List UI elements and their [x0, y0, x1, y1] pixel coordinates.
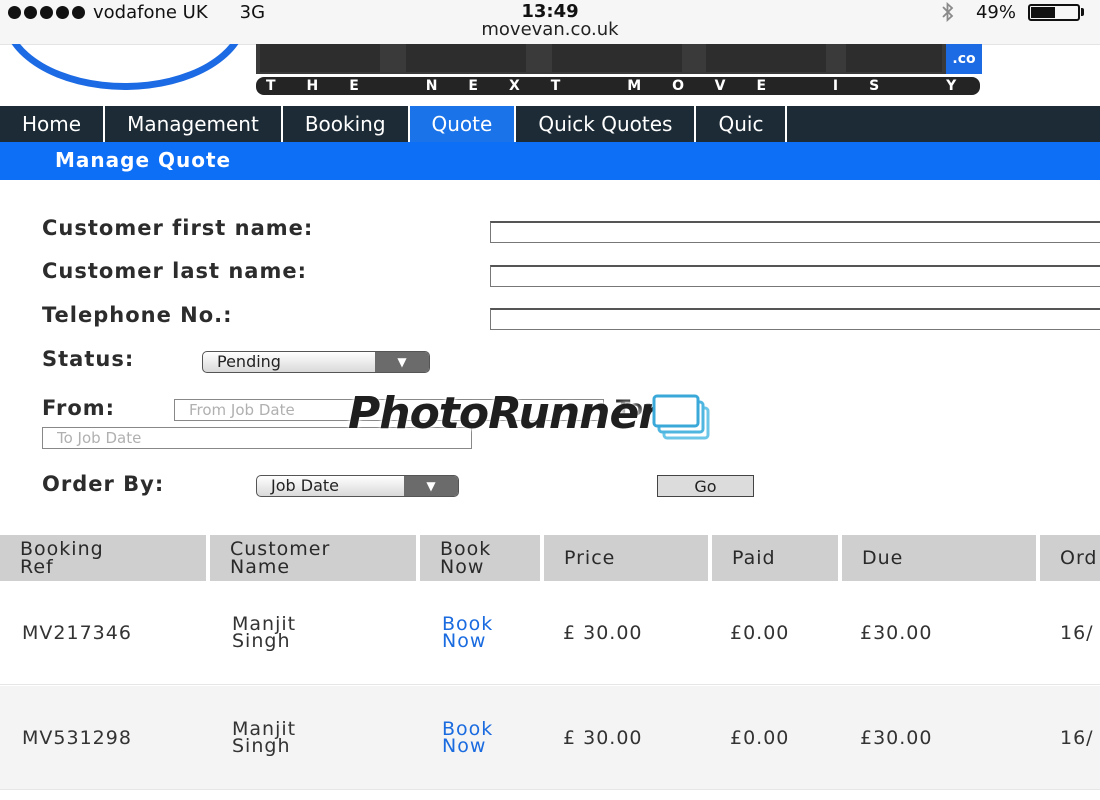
nav-item-management[interactable]: Management: [105, 106, 283, 142]
battery-percentage: 49%: [975, 1, 1016, 23]
column-header-due[interactable]: Due: [842, 535, 1036, 581]
last-name-label: Customer last name:: [42, 259, 307, 283]
watermark-logo: PhotoRunner: [348, 388, 660, 439]
cell-customer-name: Manjit Singh: [232, 718, 297, 757]
logo-wordmark-graphic: [256, 44, 982, 74]
cell-booking-ref: MV531298: [22, 726, 132, 749]
book-now-link[interactable]: Book Now: [442, 720, 493, 756]
cell-due: £30.00: [860, 726, 933, 749]
status-select[interactable]: Pending ▼: [202, 351, 430, 373]
cell-due: £30.00: [860, 621, 933, 644]
logo-tagline: THE NEXT MOVE IS YOURS: [256, 77, 980, 95]
column-header-order-date[interactable]: Ord: [1040, 535, 1100, 581]
cell-order-date: 16/: [1060, 621, 1094, 644]
site-logo[interactable]: .co THE NEXT MOVE IS YOURS: [0, 44, 1100, 106]
telephone-input[interactable]: [490, 308, 1100, 330]
battery-icon: [1028, 3, 1080, 21]
nav-item-quick-quotes[interactable]: Quick Quotes: [516, 106, 697, 142]
cell-order-date: 16/: [1060, 726, 1094, 749]
last-name-input[interactable]: [490, 265, 1100, 287]
table-row: MV217346 Manjit Singh Book Now £ 30.00 £0.…: [0, 581, 1100, 685]
column-header-book-now[interactable]: Book Now: [420, 535, 540, 581]
first-name-label: Customer first name:: [42, 216, 314, 240]
status-select-value: Pending: [217, 352, 281, 371]
logo-ring-graphic: [2, 44, 248, 90]
order-by-select-value: Job Date: [271, 476, 339, 495]
status-label: Status:: [42, 347, 135, 371]
ios-status-bar: vodafone UK 3G 13:49 movevan.co.uk 49%: [0, 0, 1100, 45]
quotes-table-header: Booking Ref Customer Name Book Now Price Pa…: [0, 535, 1100, 581]
nav-item-home[interactable]: Home: [0, 106, 106, 142]
chevron-down-icon: ▼: [375, 352, 429, 372]
order-by-select[interactable]: Job Date ▼: [256, 475, 459, 497]
watermark-cards-icon: [652, 394, 710, 440]
cell-book-now: Book Now: [442, 686, 493, 790]
cell-book-now: Book Now: [442, 581, 493, 685]
cell-paid: £0.00: [730, 726, 790, 749]
address-bar-url[interactable]: movevan.co.uk: [0, 19, 1100, 40]
column-header-price[interactable]: Price: [544, 535, 708, 581]
order-by-label: Order By:: [42, 472, 165, 496]
book-now-link[interactable]: Book Now: [442, 615, 493, 651]
main-nav: Home Management Booking Quote Quick Quot…: [0, 106, 1100, 142]
go-button[interactable]: Go: [657, 475, 754, 497]
column-header-paid[interactable]: Paid: [712, 535, 838, 581]
column-header-booking-ref[interactable]: Booking Ref: [0, 535, 206, 581]
battery-level: [1031, 6, 1055, 18]
cell-price: £ 30.00: [563, 621, 643, 644]
column-header-customer-name[interactable]: Customer Name: [210, 535, 416, 581]
chevron-down-icon: ▼: [404, 476, 458, 496]
section-title: Manage Quote: [0, 142, 1100, 180]
nav-item-quote[interactable]: Quote: [409, 106, 517, 142]
table-row: MV531298 Manjit Singh Book Now £ 30.00 £0.…: [0, 686, 1100, 790]
nav-item-quick-truncated[interactable]: Quic: [696, 106, 788, 142]
from-label: From:: [42, 396, 116, 420]
cell-paid: £0.00: [730, 621, 790, 644]
cell-customer-name: Manjit Singh: [232, 613, 297, 652]
nav-item-booking[interactable]: Booking: [283, 106, 410, 142]
battery-tip: [1081, 8, 1084, 16]
telephone-label: Telephone No.:: [42, 303, 233, 327]
first-name-input[interactable]: [490, 221, 1100, 243]
logo-suffix: .co: [946, 44, 982, 74]
cell-booking-ref: MV217346: [22, 621, 132, 644]
bluetooth-icon: [942, 2, 954, 22]
cell-price: £ 30.00: [563, 726, 643, 749]
status-right: 49%: [940, 1, 1084, 23]
